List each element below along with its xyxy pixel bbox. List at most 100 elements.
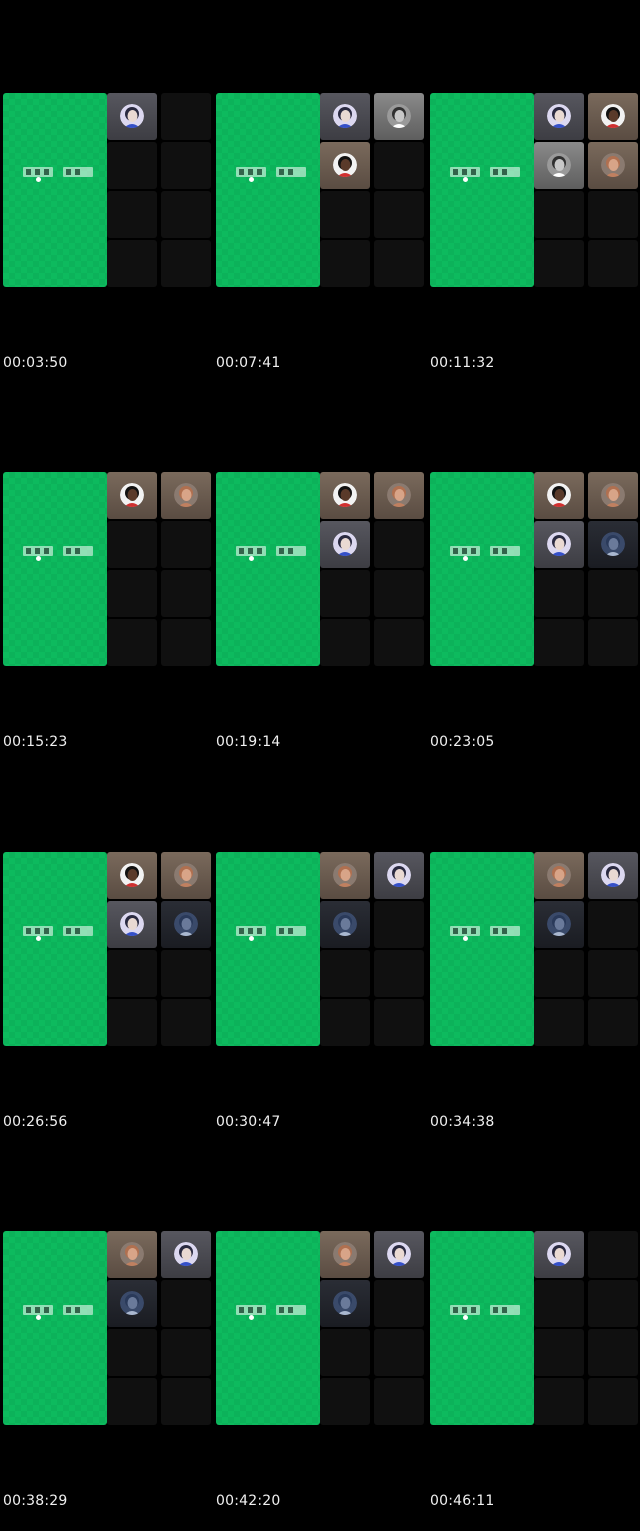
person-e-avatar — [333, 912, 357, 936]
shared-screen-stage[interactable] — [430, 93, 534, 287]
toolbar-icon — [288, 169, 293, 175]
toolbar-icon — [462, 548, 467, 554]
participant-tile[interactable] — [588, 521, 638, 568]
participant-tile[interactable] — [107, 1280, 157, 1327]
shared-screen-stage[interactable] — [216, 93, 320, 287]
toolbar-group-left — [23, 167, 53, 177]
toolbar-group-right — [490, 1305, 520, 1315]
participant-tile[interactable] — [534, 93, 584, 140]
participant-tile[interactable] — [320, 142, 370, 189]
shared-screen-stage[interactable] — [3, 93, 107, 287]
empty-tile — [161, 1280, 211, 1327]
video-frame: 00:03:50 — [0, 93, 211, 393]
participant-tile[interactable] — [534, 1231, 584, 1278]
person-c-avatar — [120, 863, 144, 887]
cursor-icon — [36, 556, 41, 561]
participant-tile[interactable] — [107, 472, 157, 519]
toolbar-icon — [453, 928, 458, 934]
shared-screen-stage[interactable] — [3, 852, 107, 1046]
toolbar-group-left — [450, 546, 480, 556]
participant-tile[interactable] — [534, 901, 584, 948]
participant-tile[interactable] — [320, 93, 370, 140]
participant-tile[interactable] — [161, 901, 211, 948]
toolbar-icon — [288, 928, 293, 934]
empty-tile — [161, 240, 211, 287]
shared-screen-stage[interactable] — [3, 472, 107, 666]
participant-tile[interactable] — [107, 852, 157, 899]
person-d-avatar — [333, 863, 357, 887]
toolbar-icon — [257, 928, 262, 934]
participant-tile[interactable] — [374, 1231, 424, 1278]
toolbar-group-left — [450, 167, 480, 177]
empty-tile — [374, 570, 424, 617]
empty-tile — [588, 191, 638, 238]
mini-toolbar — [15, 544, 95, 561]
participant-tile[interactable] — [534, 142, 584, 189]
participant-tile[interactable] — [534, 521, 584, 568]
participant-tile[interactable] — [588, 472, 638, 519]
shared-screen-stage[interactable] — [430, 1231, 534, 1425]
participant-tile[interactable] — [534, 472, 584, 519]
mini-toolbar — [15, 924, 95, 941]
toolbar-icon — [493, 1307, 498, 1313]
shared-screen-stage[interactable] — [430, 472, 534, 666]
toolbar-icon — [239, 1307, 244, 1313]
toolbar-group-left — [23, 1305, 53, 1315]
toolbar-icon — [471, 169, 476, 175]
shared-screen-stage[interactable] — [216, 472, 320, 666]
participant-tile[interactable] — [107, 93, 157, 140]
toolbar-group-right — [490, 546, 520, 556]
empty-tile — [320, 191, 370, 238]
empty-tile — [320, 950, 370, 997]
toolbar-icon — [66, 169, 71, 175]
empty-tile — [534, 1280, 584, 1327]
participant-tile[interactable] — [374, 93, 424, 140]
participant-tile[interactable] — [374, 472, 424, 519]
participant-tile[interactable] — [534, 852, 584, 899]
shared-screen-stage[interactable] — [3, 1231, 107, 1425]
empty-tile — [161, 1378, 211, 1425]
participant-tile[interactable] — [588, 93, 638, 140]
empty-tile — [107, 619, 157, 666]
shared-screen-stage[interactable] — [216, 1231, 320, 1425]
participant-tile[interactable] — [320, 521, 370, 568]
person-a-avatar — [333, 104, 357, 128]
participant-tile[interactable] — [161, 1231, 211, 1278]
participant-tile[interactable] — [107, 1231, 157, 1278]
toolbar-icon — [44, 169, 49, 175]
participant-tile[interactable] — [161, 852, 211, 899]
toolbar-group-left — [236, 167, 266, 177]
participant-tile[interactable] — [320, 472, 370, 519]
shared-screen-stage[interactable] — [216, 852, 320, 1046]
empty-tile — [588, 570, 638, 617]
participant-tile[interactable] — [374, 852, 424, 899]
empty-tile — [534, 1329, 584, 1376]
participant-tile[interactable] — [320, 1280, 370, 1327]
toolbar-icon — [493, 169, 498, 175]
toolbar-icon — [75, 548, 80, 554]
toolbar-group-left — [236, 546, 266, 556]
frame-timestamp: 00:19:14 — [216, 734, 281, 750]
participant-tile[interactable] — [320, 901, 370, 948]
mini-toolbar — [15, 165, 95, 182]
toolbar-icon — [471, 928, 476, 934]
participant-tile[interactable] — [588, 142, 638, 189]
empty-tile — [588, 901, 638, 948]
shared-screen-stage[interactable] — [430, 852, 534, 1046]
participant-tile[interactable] — [320, 852, 370, 899]
empty-tile — [534, 1378, 584, 1425]
participant-tile[interactable] — [107, 901, 157, 948]
empty-tile — [161, 1329, 211, 1376]
participant-tile[interactable] — [320, 1231, 370, 1278]
frame-timestamp: 00:07:41 — [216, 355, 281, 371]
video-frame: 00:11:32 — [427, 93, 638, 393]
mini-toolbar — [228, 924, 308, 941]
empty-tile — [161, 142, 211, 189]
toolbar-group-right — [63, 546, 93, 556]
participant-tile[interactable] — [161, 472, 211, 519]
mini-toolbar — [442, 544, 522, 561]
person-a-avatar — [120, 104, 144, 128]
person-a-avatar — [547, 532, 571, 556]
empty-tile — [374, 191, 424, 238]
participant-tile[interactable] — [588, 852, 638, 899]
